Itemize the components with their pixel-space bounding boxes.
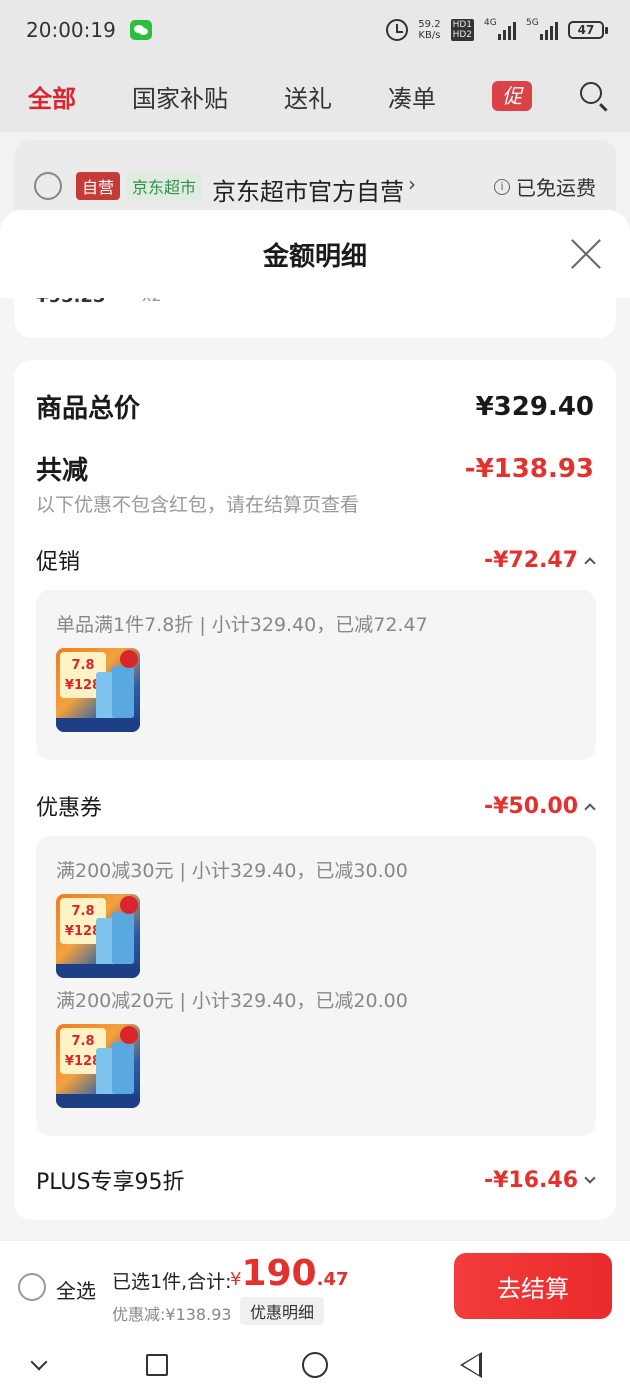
amount-detail-card: 商品总价 ¥329.40 共减 -¥138.93 以下优惠不包含红包，请在结算页…: [14, 360, 616, 1220]
total-amount: ¥ 190 .47: [230, 1253, 349, 1294]
select-all-checkbox[interactable]: [18, 1273, 46, 1301]
sheet-header: 金额明细: [0, 210, 630, 298]
coupon-detail-line-1: 满200减30元 | 小计329.40，已减30.00: [56, 860, 408, 882]
coupon-row[interactable]: 优惠券 -¥50.00: [36, 790, 596, 822]
coupon-value: -¥50.00: [483, 793, 578, 819]
battery-icon: 47: [568, 21, 608, 39]
net-speed-value: 59.2: [418, 19, 441, 30]
product-thumbnail: 7.8 ¥128: [56, 1024, 140, 1108]
jd-mart-badge: 京东超市: [126, 172, 203, 200]
coupon-detail-line-2: 满200减20元 | 小计329.40，已减20.00: [56, 990, 408, 1012]
tab-gift[interactable]: 送礼: [284, 79, 332, 114]
total-currency: ¥: [230, 1269, 242, 1290]
status-time: 20:00:19: [26, 18, 116, 42]
coupon-label: 优惠券: [36, 796, 103, 821]
net-speed-unit: KB/s: [418, 30, 441, 41]
total-price-label: 商品总价: [36, 394, 141, 424]
coupon-detail-box: 满200减30元 | 小计329.40，已减30.00 7.8 ¥128 满200…: [36, 836, 596, 1136]
sheet-title: 金额明细: [262, 242, 367, 272]
total-reduction-label: 共减: [36, 456, 89, 486]
total-price-value: ¥329.40: [475, 391, 594, 422]
status-bar: 20:00:19 59.2 KB/s HD1 HD2 4G 5G 47: [0, 0, 630, 60]
signal-4g-label: 4G: [484, 18, 497, 28]
net-speed: 59.2 KB/s: [418, 19, 440, 41]
shipping-status[interactable]: i 已免运费: [494, 172, 596, 201]
product-price: ¥95.25: [36, 298, 105, 307]
thumb-badge-top: 7.8: [71, 658, 95, 673]
recent-apps-icon[interactable]: [146, 1354, 168, 1376]
total-integer: 190: [241, 1253, 317, 1294]
tab-national-subsidy[interactable]: 国家补贴: [132, 79, 228, 114]
reduction-note: 以下优惠不包含红包，请在结算页查看: [36, 494, 360, 516]
chevron-up-icon: [584, 557, 596, 569]
hd1-label: HD1: [452, 20, 472, 30]
promo-label: 促销: [36, 550, 81, 575]
total-reduction-row: 共减 -¥138.93: [36, 450, 594, 487]
promo-detail-line: 单品满1件7.8折 | 小计329.40，已减72.47: [56, 614, 428, 636]
shop-name[interactable]: 京东超市官方自营: [212, 172, 404, 207]
signal-4g-icon: 4G: [484, 18, 516, 40]
discount-summary: 优惠减:¥138.93: [112, 1305, 232, 1324]
status-icons: 59.2 KB/s HD1 HD2 4G 5G 47: [386, 18, 608, 41]
info-icon: i: [494, 178, 510, 195]
checkout-bar: 全选 已选1件,合计: ¥ 190 .47 优惠减:¥138.93 优惠明细 去…: [0, 1240, 630, 1330]
thumb-badge-top: 7.8: [71, 904, 95, 919]
signal-5g-icon: 5G: [526, 18, 558, 40]
plus-discount-label: PLUS专享95折: [36, 1170, 185, 1195]
system-nav-bar: [0, 1330, 630, 1400]
product-card-partial: ¥95.25 x2: [14, 298, 616, 338]
hd2-label: HD2: [452, 30, 472, 40]
nav-collapse-icon[interactable]: [30, 1353, 48, 1371]
home-icon[interactable]: [302, 1352, 328, 1378]
checkout-button[interactable]: 去结算: [454, 1253, 612, 1319]
product-quantity: x2: [142, 298, 162, 305]
self-operated-badge: 自营: [76, 172, 121, 200]
total-decimal: .47: [316, 1269, 349, 1290]
product-thumbnail: 7.8 ¥128: [56, 894, 140, 978]
plus-discount-row[interactable]: PLUS专享95折 -¥16.46: [36, 1164, 596, 1196]
back-icon[interactable]: [460, 1352, 482, 1378]
shipping-label: 已免运费: [516, 176, 596, 200]
promo-row[interactable]: 促销 -¥72.47: [36, 544, 596, 576]
amount-detail-sheet: 金额明细 ¥95.25 x2 商品总价 ¥329.40 共减 -¥138.93 …: [0, 210, 630, 1240]
discount-detail-button[interactable]: 优惠明细: [240, 1297, 325, 1325]
product-thumbnail: 7.8 ¥128: [56, 648, 140, 732]
select-all-label[interactable]: 全选: [56, 1275, 96, 1304]
wechat-icon: [129, 20, 152, 40]
chevron-down-icon: [584, 1172, 596, 1184]
chevron-up-icon: [584, 803, 596, 815]
plus-discount-value: -¥16.46: [483, 1167, 578, 1193]
thumb-badge-top: 7.8: [71, 1034, 95, 1049]
category-tabs: 全部 国家补贴 送礼 凑单 促: [0, 60, 630, 132]
total-reduction-value: -¥138.93: [464, 453, 594, 484]
total-price-row: 商品总价 ¥329.40: [36, 388, 594, 425]
alarm-icon: [386, 19, 409, 41]
hd-icon: HD1 HD2: [450, 19, 474, 41]
close-icon[interactable]: [570, 238, 602, 270]
chevron-right-icon: ›: [408, 172, 417, 196]
search-icon[interactable]: [580, 82, 602, 104]
tab-all[interactable]: 全部: [28, 79, 76, 114]
signal-5g-label: 5G: [526, 18, 539, 28]
shop-select-checkbox[interactable]: [34, 172, 62, 200]
tab-add-on[interactable]: 凑单: [388, 79, 436, 114]
tab-promo[interactable]: 促: [492, 81, 532, 111]
promo-value: -¥72.47: [483, 547, 578, 573]
promo-detail-box: 单品满1件7.8折 | 小计329.40，已减72.47 7.8 ¥128: [36, 590, 596, 760]
selected-summary: 已选1件,合计:: [112, 1271, 232, 1293]
